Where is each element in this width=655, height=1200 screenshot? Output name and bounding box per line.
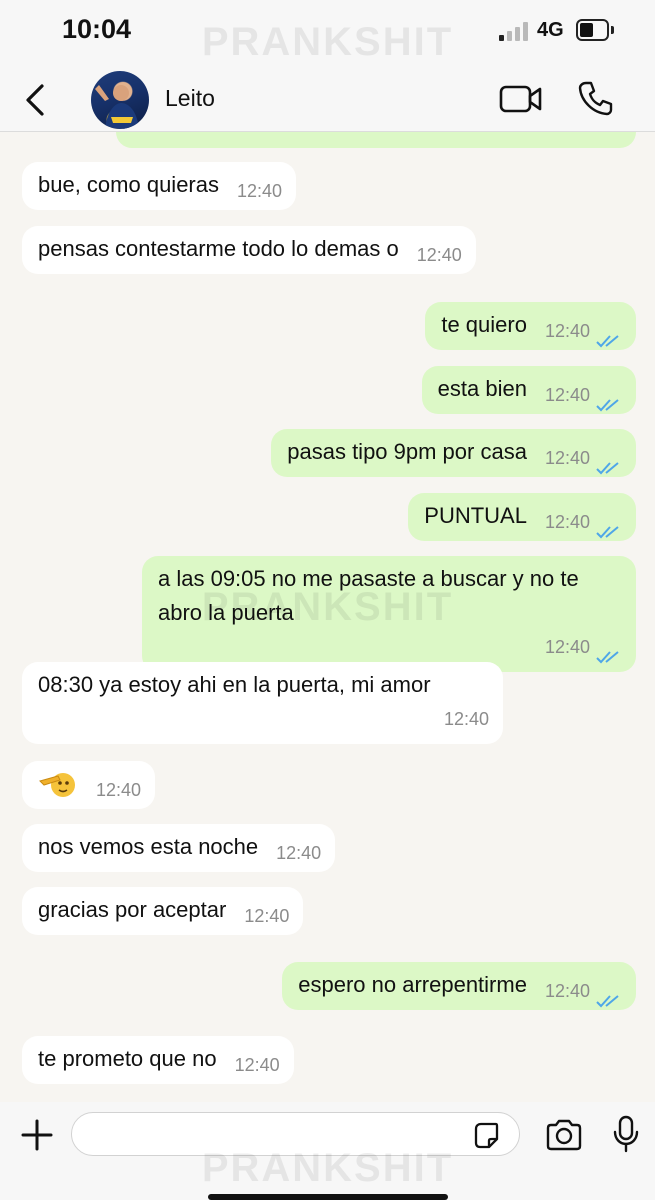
message-meta: 12:40 (237, 174, 282, 208)
voice-call-button[interactable] (578, 80, 614, 116)
watermark-middle: PRANKSHIT (201, 585, 454, 629)
sticker-icon (474, 1122, 499, 1149)
incoming-message[interactable]: pensas contestarme todo lo demas o 12:40 (22, 226, 476, 274)
message-text: esta bien (437, 376, 527, 401)
outgoing-message[interactable]: esta bien 12:40 (421, 366, 636, 414)
outgoing-message[interactable]: pasas tipo 9pm por casa 12:40 (271, 429, 636, 477)
message-time: 12:40 (276, 843, 322, 863)
incoming-message[interactable]: gracias por aceptar 12:40 (22, 887, 304, 935)
message-time: 12:40 (234, 1055, 280, 1075)
double-check-icon (596, 641, 622, 664)
message-time: 12:40 (544, 981, 590, 1001)
outgoing-message[interactable]: te quiero 12:40 (425, 302, 636, 350)
message-time: 12:40 (544, 448, 590, 468)
incoming-message[interactable]: 12:40 (22, 761, 156, 809)
outgoing-message[interactable]: PUNTUAL 12:40 (408, 493, 636, 541)
chevron-left-icon (26, 84, 44, 116)
message-meta: 12:40 (545, 314, 622, 348)
back-button[interactable] (20, 82, 50, 118)
watermark-top: PRANKSHIT (201, 20, 454, 64)
message-text: PUNTUAL (424, 503, 527, 528)
saluting-face-icon (38, 767, 78, 801)
message-time: 12:40 (443, 709, 489, 729)
message-time: 12:40 (416, 245, 462, 265)
message-meta: 12:40 (276, 836, 321, 870)
message-text: espero no arrepentirme (298, 972, 527, 997)
double-check-icon (596, 516, 622, 539)
double-check-icon (596, 985, 622, 1008)
message-meta: 12:40 (158, 630, 622, 664)
double-check-icon (596, 325, 622, 348)
message-meta: 12:40 (545, 378, 622, 412)
message-text: 08:30 ya estoy ahi en la puerta, mi amor (38, 672, 431, 697)
message-meta: 12:40 (545, 441, 622, 475)
contact-name[interactable]: Leito (165, 85, 215, 112)
outgoing-message[interactable]: espero no arrepentirme 12:40 (282, 962, 636, 1010)
message-meta: 12:40 (38, 702, 489, 736)
message-meta: 12:40 (417, 238, 462, 272)
message-time: 12:40 (96, 780, 142, 800)
message-time: 12:40 (544, 385, 590, 405)
message-meta: 12:40 (545, 974, 622, 1008)
message-time: 12:40 (544, 512, 590, 532)
avatar[interactable] (91, 71, 149, 129)
sticker-button[interactable] (472, 1121, 500, 1149)
double-check-icon (596, 389, 622, 412)
message-text: gracias por aceptar (38, 897, 227, 922)
message-text: bue, como quieras (38, 172, 219, 197)
phone-icon (578, 81, 613, 116)
message-text: pasas tipo 9pm por casa (287, 439, 527, 464)
incoming-message[interactable]: te prometo que no 12:40 (22, 1036, 294, 1084)
message-text: te quiero (441, 312, 527, 337)
message-text: te prometo que no (38, 1046, 217, 1071)
message-text: pensas contestarme todo lo demas o (38, 236, 399, 261)
incoming-message[interactable]: 08:30 ya estoy ahi en la puerta, mi amor… (22, 662, 503, 744)
message-time: 12:40 (544, 637, 590, 657)
message-time: 12:40 (237, 181, 283, 201)
message-meta: 12:40 (96, 773, 141, 807)
message-meta: 12:40 (545, 505, 622, 539)
message-time: 12:40 (244, 906, 290, 926)
chat-header: Leito (0, 60, 655, 132)
incoming-message[interactable]: bue, como quieras 12:40 (22, 162, 297, 210)
double-check-icon (596, 452, 622, 475)
message-bubble-partial[interactable] (116, 132, 636, 148)
message-time: 12:40 (544, 321, 590, 341)
watermark-bottom: PRANKSHIT (201, 1146, 454, 1190)
message-meta: 12:40 (244, 899, 289, 933)
home-indicator[interactable] (208, 1194, 448, 1200)
video-call-button[interactable] (499, 84, 543, 114)
incoming-message[interactable]: nos vemos esta noche 12:40 (22, 824, 336, 872)
message-meta: 12:40 (235, 1048, 280, 1082)
video-camera-icon (499, 85, 542, 113)
message-text: nos vemos esta noche (38, 834, 259, 859)
